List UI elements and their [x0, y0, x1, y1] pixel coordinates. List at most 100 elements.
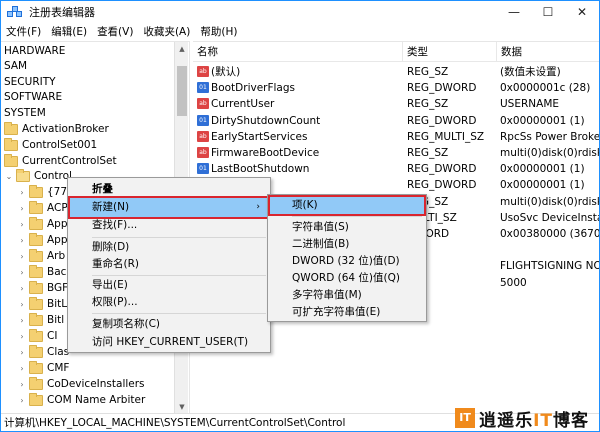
chevron-right-icon[interactable]: ›	[17, 380, 27, 389]
ctx-permissions[interactable]: 权限(P)...	[70, 293, 268, 312]
tree-item-control-child[interactable]: › BGF	[17, 280, 68, 296]
tree-item-label: COM Name Arbiter	[47, 394, 146, 406]
menu-separator	[92, 313, 266, 314]
folder-icon	[29, 312, 43, 326]
chevron-right-icon[interactable]: ›	[17, 300, 27, 309]
menu-favorites[interactable]: 收藏夹(A)	[138, 23, 195, 41]
tree-item-label: CurrentControlSet	[22, 155, 117, 167]
chevron-right-icon[interactable]: ›	[17, 236, 27, 245]
chevron-right-icon[interactable]: ›	[17, 188, 27, 197]
status-path: 计算机\HKEY_LOCAL_MACHINE\SYSTEM\CurrentCon…	[4, 417, 346, 429]
tree-item-control[interactable]: ⌄ Control	[4, 168, 72, 184]
maximize-button[interactable]: ☐	[531, 1, 565, 23]
tree-item-control-child[interactable]: › CMF	[17, 360, 69, 376]
scroll-down-icon[interactable]: ▼	[175, 400, 189, 413]
column-type-header[interactable]: 类型	[403, 42, 497, 62]
string-value-icon	[197, 147, 209, 158]
close-button[interactable]: ✕	[565, 1, 599, 23]
chevron-right-icon[interactable]: ›	[17, 396, 27, 405]
tree-item-control-child[interactable]: › COM Name Arbiter	[17, 392, 145, 408]
chevron-right-icon[interactable]: ›	[17, 348, 27, 357]
sub-multi-string-value[interactable]: 多字符串值(M)	[270, 287, 424, 304]
tree-item-label: HARDWARE	[4, 45, 66, 57]
chevron-right-icon[interactable]: ›	[17, 284, 27, 293]
tree-item-system[interactable]: SYSTEM	[4, 105, 46, 121]
tree-item-control-child[interactable]: › App	[17, 216, 68, 232]
folder-icon	[4, 137, 18, 151]
value-type: REG_DWORD	[407, 179, 477, 192]
tree-item-control-child[interactable]: › App	[17, 232, 68, 248]
value-data: multi(0)disk(0)rdisk(0)	[500, 195, 599, 208]
value-row[interactable]: LastBootShutdown REG_DWORD 0x00000001 (1)	[193, 161, 599, 177]
folder-icon	[29, 216, 43, 230]
chevron-right-icon[interactable]: ›	[17, 204, 27, 213]
folder-icon	[4, 153, 18, 167]
string-value-icon	[197, 98, 209, 110]
scroll-up-icon[interactable]: ▲	[175, 42, 189, 56]
tree-item-sam[interactable]: SAM	[4, 58, 27, 74]
ctx-rename[interactable]: 重命名(R)	[70, 255, 268, 274]
folder-icon	[29, 328, 43, 342]
ctx-new-label: 新建(N)	[92, 201, 130, 213]
value-row[interactable]: FirmwareBootDevice REG_SZ multi(0)disk(0)r…	[193, 145, 599, 161]
column-name-header[interactable]: 名称	[193, 42, 403, 62]
tree-item-activationbroker[interactable]: ActivationBroker	[4, 121, 109, 137]
sub-string-value[interactable]: 字符串值(S)	[270, 219, 424, 236]
value-row[interactable]: EarlyStartServices REG_MULTI_SZ RpcSs Powe…	[193, 129, 599, 145]
tree-item-control-child[interactable]: › Bac	[17, 264, 66, 280]
chevron-right-icon[interactable]: ›	[17, 364, 27, 373]
chevron-right-icon[interactable]: ›	[17, 252, 27, 261]
folder-icon	[29, 392, 43, 406]
menu-view[interactable]: 查看(V)	[92, 23, 138, 41]
tree-scroll-thumb[interactable]	[177, 66, 187, 116]
menu-file[interactable]: 文件(F)	[1, 23, 46, 41]
folder-icon	[29, 344, 43, 358]
tree-item-currentcontrolset[interactable]: CurrentControlSet	[4, 153, 117, 169]
ctx-goto-hkcu[interactable]: 访问 HKEY_CURRENT_USER(T)	[70, 333, 268, 352]
chevron-right-icon[interactable]: ›	[17, 220, 27, 229]
tree-item-label: CoDeviceInstallers	[47, 378, 145, 390]
minimize-button[interactable]: —	[497, 1, 531, 23]
list-header: 名称 类型 数据	[193, 42, 599, 62]
tree-item-label: ActivationBroker	[22, 123, 109, 135]
ctx-new[interactable]: 新建(N) ›	[68, 196, 270, 219]
value-type: REG_DWORD	[407, 163, 477, 176]
chevron-down-icon[interactable]: ⌄	[4, 172, 14, 181]
value-row[interactable]: CurrentUser REG_SZ USERNAME	[193, 96, 599, 112]
tree-item-control-child[interactable]: › ACP	[17, 200, 68, 216]
chevron-right-icon[interactable]: ›	[17, 316, 27, 325]
menu-help[interactable]: 帮助(H)	[195, 23, 242, 41]
sub-binary-value[interactable]: 二进制值(B)	[270, 236, 424, 253]
tree-item-control-child[interactable]: › Arb	[17, 248, 65, 264]
ctx-copy-key-name[interactable]: 复制项名称(C)	[70, 315, 268, 334]
sub-qword-value[interactable]: QWORD (64 位)值(Q)	[270, 270, 424, 287]
tree-item-label: BitL	[47, 298, 68, 310]
sub-expandable-string-value[interactable]: 可扩充字符串值(E)	[270, 304, 424, 321]
tree-item-security[interactable]: SECURITY	[4, 74, 56, 90]
tree-item-control-child[interactable]: › BitL	[17, 296, 67, 312]
value-row[interactable]: DirtyShutdownCount REG_DWORD 0x00000001 (1…	[193, 113, 599, 129]
chevron-right-icon[interactable]: ›	[17, 332, 27, 341]
value-row[interactable]: BootDriverFlags REG_DWORD 0x0000001c (28)	[193, 80, 599, 96]
string-value-icon	[197, 130, 209, 142]
chevron-right-icon[interactable]: ›	[17, 268, 27, 277]
tree-item-label: App	[47, 218, 68, 230]
ctx-find[interactable]: 查找(F)...	[70, 216, 268, 235]
tree-item-control-child[interactable]: › CoDeviceInstallers	[17, 376, 145, 392]
column-data-header[interactable]: 数据	[497, 42, 599, 62]
watermark-logo: IT 逍遥乐IT博客	[455, 406, 589, 431]
tree-item-controlset001[interactable]: ControlSet001	[4, 137, 97, 153]
tree-item-software[interactable]: SOFTWARE	[4, 89, 62, 105]
tree-item-control-child[interactable]: › Clas	[17, 344, 69, 360]
binary-value-icon	[197, 114, 209, 126]
folder-icon	[29, 232, 43, 246]
sub-dword-value[interactable]: DWORD (32 位)值(D)	[270, 253, 424, 270]
menu-edit[interactable]: 编辑(E)	[46, 23, 92, 41]
tree-item-control-child[interactable]: › Bitl	[17, 312, 64, 328]
title-bar[interactable]: 注册表编辑器 — ☐ ✕	[1, 1, 599, 23]
tree-item-control-child[interactable]: › CI	[17, 328, 57, 344]
tree-item-hardware[interactable]: HARDWARE	[4, 43, 65, 59]
sub-key[interactable]: 项(K)	[268, 195, 426, 216]
ctx-collapse[interactable]: 折叠	[70, 180, 268, 199]
value-row[interactable]: (默认) REG_SZ (数值未设置)	[193, 64, 599, 80]
